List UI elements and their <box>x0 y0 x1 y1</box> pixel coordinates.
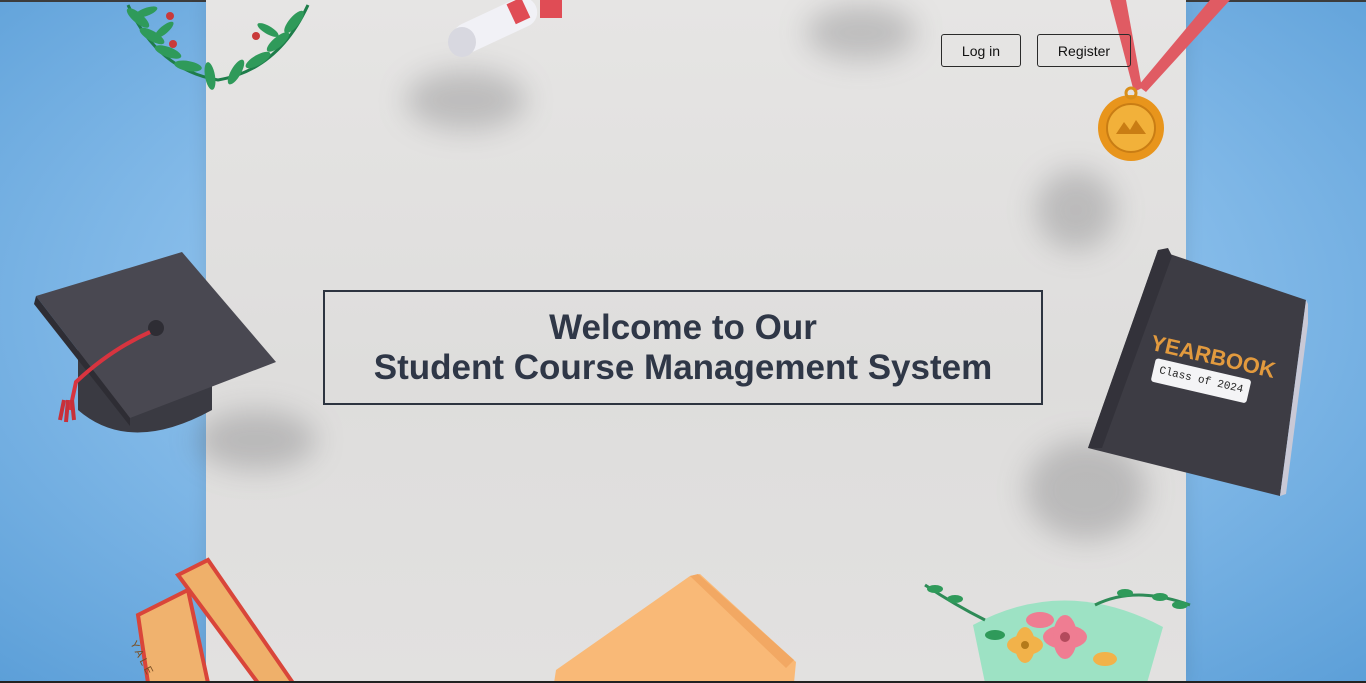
diploma-scroll-icon <box>448 0 562 57</box>
flower-bouquet-icon <box>924 583 1191 683</box>
graduation-cap-icon <box>34 252 276 433</box>
login-button[interactable]: Log in <box>941 34 1021 67</box>
register-button[interactable]: Register <box>1037 34 1131 67</box>
welcome-banner: Welcome to Our Student Course Management… <box>323 290 1043 405</box>
medal-icon <box>1098 0 1230 161</box>
medal-shadow <box>1036 170 1116 250</box>
top-shadow <box>806 5 916 60</box>
welcome-title-line2: Student Course Management System <box>373 347 993 387</box>
welcome-title-line1: Welcome to Our <box>549 307 817 347</box>
yearbook-icon: YEARBOOK Class of 2024 <box>1088 248 1308 498</box>
scroll-shadow <box>406 70 526 130</box>
laurel-wreath-icon <box>126 4 310 90</box>
ribbon-icon: YALE <box>118 555 308 683</box>
orange-book-icon <box>554 574 796 683</box>
